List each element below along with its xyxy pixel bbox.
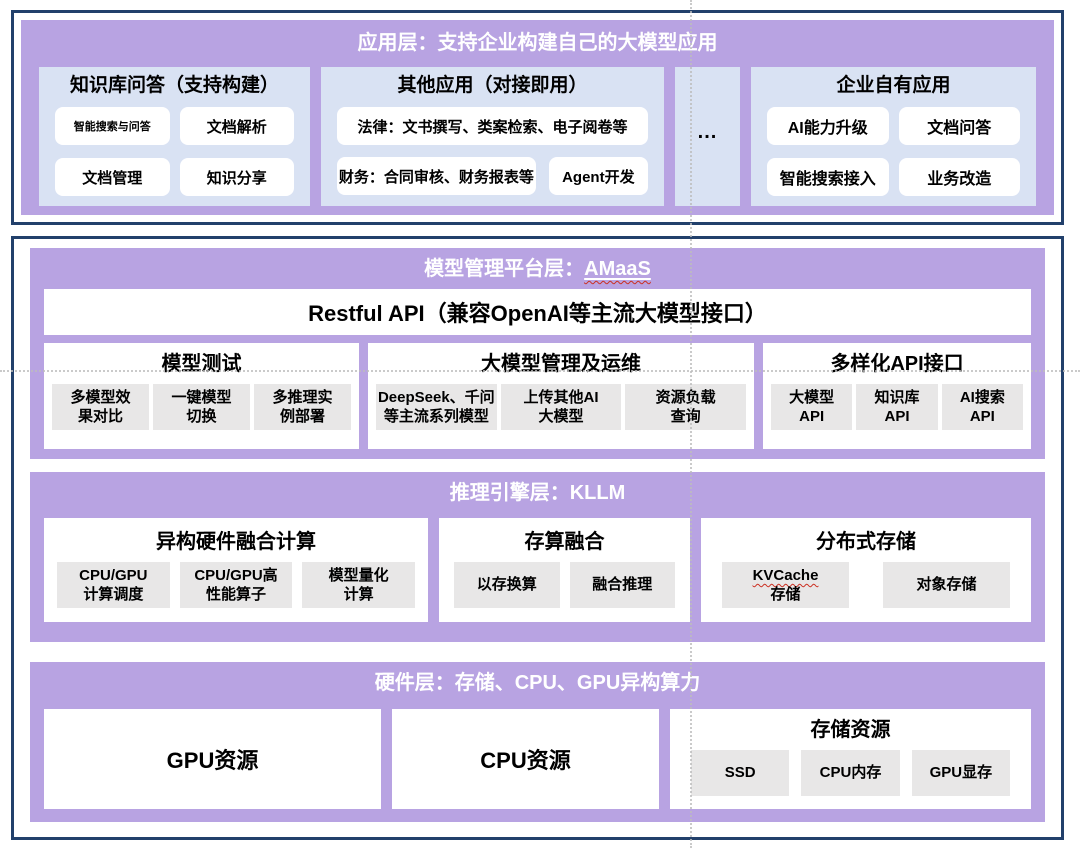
other-apps-group-title: 其他应用（对接即用） xyxy=(333,74,652,98)
enterprise-apps-grid: AI能力升级 文档问答 智能搜索接入 业务改造 xyxy=(763,107,1024,196)
ellipsis-group: ... xyxy=(675,67,740,206)
hardware-layer-title: 硬件层：存储、CPU、GPU异构算力 xyxy=(44,671,1031,695)
storage-compute-fusion-chips: 以存换算 融合推理 xyxy=(446,562,683,608)
own-item-business-reform: 业务改造 xyxy=(899,158,1021,196)
api-variety-chips: 大模型 API 知识库 API AI搜索 API xyxy=(770,384,1024,430)
model-test-title: 模型测试 xyxy=(51,351,352,377)
own-item-doc-qa: 文档问答 xyxy=(899,107,1021,145)
storage-compute-fusion-box: 存算融合 以存换算 融合推理 xyxy=(439,518,690,622)
engine-boxes-row: 异构硬件融合计算 CPU/GPU 计算调度 CPU/GPU高 性能算子 模型量化… xyxy=(44,518,1031,622)
chip-storage-for-compute: 以存换算 xyxy=(454,562,560,608)
kb-qa-group: 知识库问答（支持构建） 智能搜索与问答 文档解析 文档管理 知识分享 xyxy=(39,67,310,206)
ellipsis-label: ... xyxy=(698,121,718,152)
other-item-legal: 法律：文书撰写、类案检索、电子阅卷等 xyxy=(337,107,648,145)
model-test-box: 模型测试 多模型效 果对比 一键模型 切换 多推理实 例部署 xyxy=(44,343,359,449)
kb-qa-items-grid: 智能搜索与问答 文档解析 文档管理 知识分享 xyxy=(51,107,298,196)
chip-cpu-memory: CPU内存 xyxy=(801,750,899,796)
storage-resource-box: 存储资源 SSD CPU内存 GPU显存 xyxy=(670,709,1031,809)
model-platform-layer-title-prefix: 模型管理平台层： xyxy=(424,258,584,280)
chip-object-storage: 对象存储 xyxy=(883,562,1010,608)
chip-upload-other-models: 上传其他AI 大模型 xyxy=(501,384,622,430)
chip-multi-instance-deploy: 多推理实 例部署 xyxy=(254,384,351,430)
storage-resource-chips: SSD CPU内存 GPU显存 xyxy=(677,750,1024,796)
storage-resource-title: 存储资源 xyxy=(677,717,1024,743)
model-platform-layer-title: 模型管理平台层：AMaaS xyxy=(44,257,1031,281)
distributed-storage-box: 分布式存储 KVCache 存储 对象存储 xyxy=(701,518,1031,622)
chip-deepseek-qwen-models: DeepSeek、千问 等主流系列模型 xyxy=(376,384,497,430)
model-ops-title: 大模型管理及运维 xyxy=(375,351,747,377)
own-item-smart-search-access: 智能搜索接入 xyxy=(767,158,889,196)
kb-item-knowledge-share: 知识分享 xyxy=(180,158,295,196)
chip-multi-model-compare: 多模型效 果对比 xyxy=(52,384,149,430)
hetero-compute-box: 异构硬件融合计算 CPU/GPU 计算调度 CPU/GPU高 性能算子 模型量化… xyxy=(44,518,428,622)
chip-kvcache-storage: KVCache 存储 xyxy=(722,562,849,608)
other-item-finance: 财务：合同审核、财务报表等 xyxy=(337,157,536,195)
amaas-word: AMaaS xyxy=(584,258,651,280)
hardware-layer-panel: 硬件层：存储、CPU、GPU异构算力 GPU资源 CPU资源 存储资源 SSD … xyxy=(30,662,1045,822)
inference-engine-layer-panel: 推理引擎层：KLLM 异构硬件融合计算 CPU/GPU 计算调度 CPU/GPU… xyxy=(30,472,1045,642)
chip-ai-search-api: AI搜索 API xyxy=(942,384,1023,430)
chip-llm-api: 大模型 API xyxy=(771,384,852,430)
chip-cpu-gpu-scheduling: CPU/GPU 计算调度 xyxy=(57,562,170,608)
chip-one-click-switch: 一键模型 切换 xyxy=(153,384,250,430)
chip-model-quantization: 模型量化 计算 xyxy=(302,562,415,608)
api-variety-box: 多样化API接口 大模型 API 知识库 API AI搜索 API xyxy=(763,343,1031,449)
chip-gpu-vram: GPU显存 xyxy=(912,750,1010,796)
enterprise-apps-group: 企业自有应用 AI能力升级 文档问答 智能搜索接入 业务改造 xyxy=(751,67,1036,206)
restful-api-bar: Restful API（兼容OpenAI等主流大模型接口） xyxy=(44,289,1031,335)
chip-high-perf-operators: CPU/GPU高 性能算子 xyxy=(180,562,293,608)
cpu-resource-box: CPU资源 xyxy=(392,709,659,809)
model-ops-chips: DeepSeek、千问 等主流系列模型 上传其他AI 大模型 资源负载 查询 xyxy=(375,384,747,430)
architecture-diagram: 应用层：支持企业构建自己的大模型应用 知识库问答（支持构建） 智能搜索与问答 文… xyxy=(0,0,1080,848)
application-layer-panel: 应用层：支持企业构建自己的大模型应用 知识库问答（支持构建） 智能搜索与问答 文… xyxy=(21,20,1054,215)
hetero-compute-title: 异构硬件融合计算 xyxy=(51,529,421,555)
model-ops-box: 大模型管理及运维 DeepSeek、千问 等主流系列模型 上传其他AI 大模型 … xyxy=(368,343,754,449)
own-item-ai-upgrade: AI能力升级 xyxy=(767,107,889,145)
amaas-highlight: AMaaS xyxy=(584,258,651,280)
distributed-storage-title: 分布式存储 xyxy=(708,529,1024,555)
model-platform-layer-panel: 模型管理平台层：AMaaS Restful API（兼容OpenAI等主流大模型… xyxy=(30,248,1045,459)
kb-item-doc-manage: 文档管理 xyxy=(55,158,170,196)
chip-fusion-inference: 融合推理 xyxy=(570,562,676,608)
platform-boxes-row: 模型测试 多模型效 果对比 一键模型 切换 多推理实 例部署 大模型管理及运维 … xyxy=(44,343,1031,449)
kb-item-smart-search: 智能搜索与问答 xyxy=(55,107,170,145)
hetero-compute-chips: CPU/GPU 计算调度 CPU/GPU高 性能算子 模型量化 计算 xyxy=(51,562,421,608)
other-item-agent-dev: Agent开发 xyxy=(549,157,648,195)
other-apps-group: 其他应用（对接即用） 法律：文书撰写、类案检索、电子阅卷等 财务：合同审核、财务… xyxy=(321,67,664,206)
other-apps-items: 法律：文书撰写、类案检索、电子阅卷等 财务：合同审核、财务报表等 Agent开发 xyxy=(333,107,652,195)
gpu-resource-box: GPU资源 xyxy=(44,709,381,809)
chip-ssd: SSD xyxy=(691,750,789,796)
application-layer-frame: 应用层：支持企业构建自己的大模型应用 知识库问答（支持构建） 智能搜索与问答 文… xyxy=(11,10,1064,225)
storage-compute-fusion-title: 存算融合 xyxy=(446,529,683,555)
application-layer-title: 应用层：支持企业构建自己的大模型应用 xyxy=(39,31,1036,55)
kvcache-word: KVCache xyxy=(753,567,819,584)
model-test-chips: 多模型效 果对比 一键模型 切换 多推理实 例部署 xyxy=(51,384,352,430)
chip-resource-load-query: 资源负载 查询 xyxy=(625,384,746,430)
other-apps-row2: 财务：合同审核、财务报表等 Agent开发 xyxy=(337,157,648,195)
kb-qa-group-title: 知识库问答（支持构建） xyxy=(51,74,298,98)
api-variety-title: 多样化API接口 xyxy=(770,351,1024,377)
enterprise-apps-group-title: 企业自有应用 xyxy=(763,74,1024,98)
platform-stack-frame: 模型管理平台层：AMaaS Restful API（兼容OpenAI等主流大模型… xyxy=(11,236,1064,840)
kb-item-doc-parse: 文档解析 xyxy=(180,107,295,145)
kvcache-word-line: KVCache xyxy=(753,566,819,585)
distributed-storage-chips: KVCache 存储 对象存储 xyxy=(708,562,1024,608)
kvcache-storage-line: 存储 xyxy=(770,585,800,604)
hardware-boxes-row: GPU资源 CPU资源 存储资源 SSD CPU内存 GPU显存 xyxy=(44,709,1031,809)
chip-kb-api: 知识库 API xyxy=(856,384,937,430)
application-groups-row: 知识库问答（支持构建） 智能搜索与问答 文档解析 文档管理 知识分享 其他应用（… xyxy=(39,67,1036,206)
inference-engine-layer-title: 推理引擎层：KLLM xyxy=(44,481,1031,505)
